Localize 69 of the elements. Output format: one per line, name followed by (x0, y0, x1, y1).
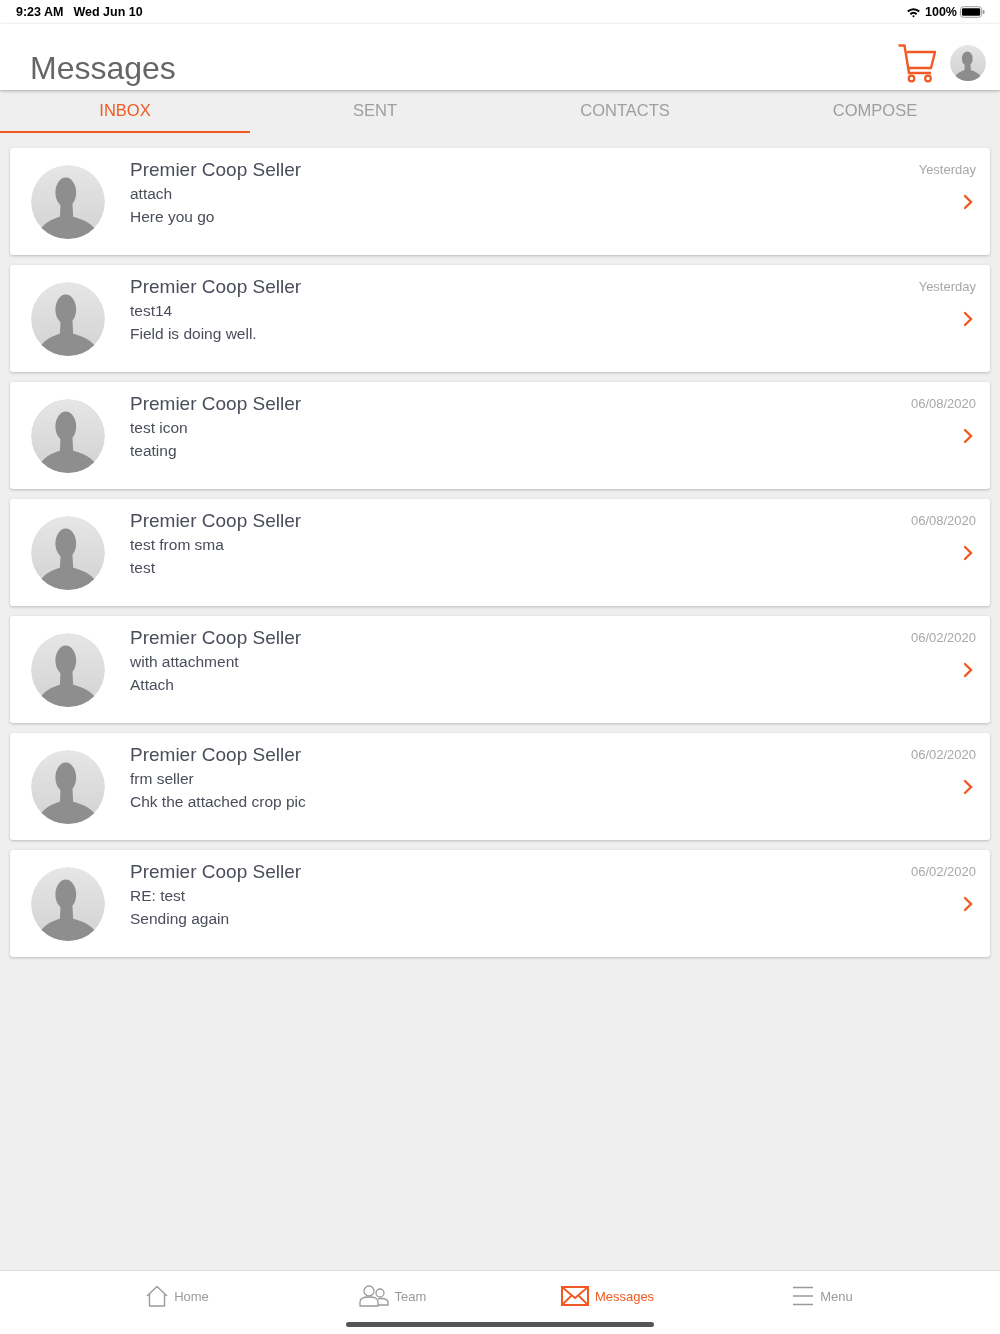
message-preview: Here you go (130, 207, 216, 227)
avatar-icon (31, 164, 105, 239)
sender-name: Premier Coop Seller (130, 626, 302, 650)
message-date: 06/02/2020 (910, 864, 976, 880)
message-subject: test icon (130, 418, 189, 438)
sender-name: Premier Coop Seller (130, 860, 302, 884)
tab[interactable]: SENT (250, 90, 500, 133)
people-icon (358, 1285, 389, 1307)
message-card[interactable]: Premier Coop Seller frm seller Chk the attached crop pic 06/02/2020 (10, 733, 990, 840)
chevron-right-icon (963, 779, 973, 795)
message-preview: test (130, 558, 156, 578)
chevron-right-icon (963, 662, 973, 678)
message-date: 06/08/2020 (910, 513, 976, 529)
message-subject: attach (130, 184, 174, 204)
message-card[interactable]: Premier Coop Seller attach Here you go Yesterday (10, 148, 990, 255)
chevron-right-icon (963, 194, 973, 210)
message-date: Yesterday (918, 279, 976, 295)
home-icon (146, 1285, 169, 1307)
message-card[interactable]: Premier Coop Seller with attachment Attach 06/02/2020 (10, 616, 990, 723)
avatar-icon (31, 749, 105, 824)
avatar-icon (31, 866, 105, 941)
message-card[interactable]: Premier Coop Seller test14 Field is doing well. Yesterday (10, 265, 990, 372)
chevron-right-icon (963, 545, 973, 561)
message-preview: teating (130, 441, 178, 461)
nav-item[interactable]: Team (285, 1271, 500, 1321)
tab[interactable]: INBOX (0, 90, 250, 133)
wifi-icon (906, 6, 921, 18)
message-date: 06/02/2020 (910, 747, 976, 763)
sender-name: Premier Coop Seller (130, 743, 303, 767)
message-preview: Sending again (130, 909, 231, 929)
message-preview: Chk the attached crop pic (130, 792, 306, 812)
chevron-right-icon (963, 428, 973, 444)
avatar-icon (31, 632, 105, 707)
sender-name: Premier Coop Seller (130, 275, 302, 299)
message-subject: RE: test (130, 886, 187, 906)
sender-name: Premier Coop Seller (130, 392, 302, 416)
message-preview: Attach (130, 675, 175, 695)
message-subject: frm seller (130, 769, 195, 789)
page-title: Messages (30, 49, 176, 88)
tab[interactable]: CONTACTS (500, 90, 750, 133)
message-card[interactable]: Premier Coop Seller test icon teating 06/08/2020 (10, 382, 990, 489)
avatar-icon (31, 281, 105, 356)
message-subject: test14 (130, 301, 174, 321)
cart-icon[interactable] (897, 43, 937, 83)
battery-icon (960, 6, 985, 18)
nav-item[interactable]: Menu (715, 1271, 930, 1321)
message-subject: with attachment (130, 652, 240, 672)
profile-avatar-icon[interactable] (950, 45, 986, 81)
status-date: Wed Jun 10 (73, 5, 143, 19)
chevron-right-icon (963, 311, 973, 327)
message-date: Yesterday (918, 162, 976, 178)
battery-percent: 100% (925, 5, 957, 19)
avatar-icon (31, 398, 105, 473)
avatar-icon (31, 515, 105, 590)
nav-item[interactable]: Messages (500, 1271, 715, 1321)
tab[interactable]: COMPOSE (750, 90, 1000, 133)
status-time: 9:23 AM (16, 5, 64, 19)
menu-icon (792, 1286, 815, 1306)
chevron-right-icon (963, 896, 973, 912)
nav-item[interactable]: Home (70, 1271, 285, 1321)
message-date: 06/08/2020 (910, 396, 976, 412)
message-subject: test from sma (130, 535, 225, 555)
envelope-icon (560, 1286, 589, 1306)
message-card[interactable]: Premier Coop Seller test from sma test 06/08/2020 (10, 499, 990, 606)
message-preview: Field is doing well. (130, 324, 258, 344)
message-card[interactable]: Premier Coop Seller RE: test Sending again 06/02/2020 (10, 850, 990, 957)
sender-name: Premier Coop Seller (130, 158, 302, 182)
sender-name: Premier Coop Seller (130, 509, 302, 533)
message-date: 06/02/2020 (910, 630, 976, 646)
